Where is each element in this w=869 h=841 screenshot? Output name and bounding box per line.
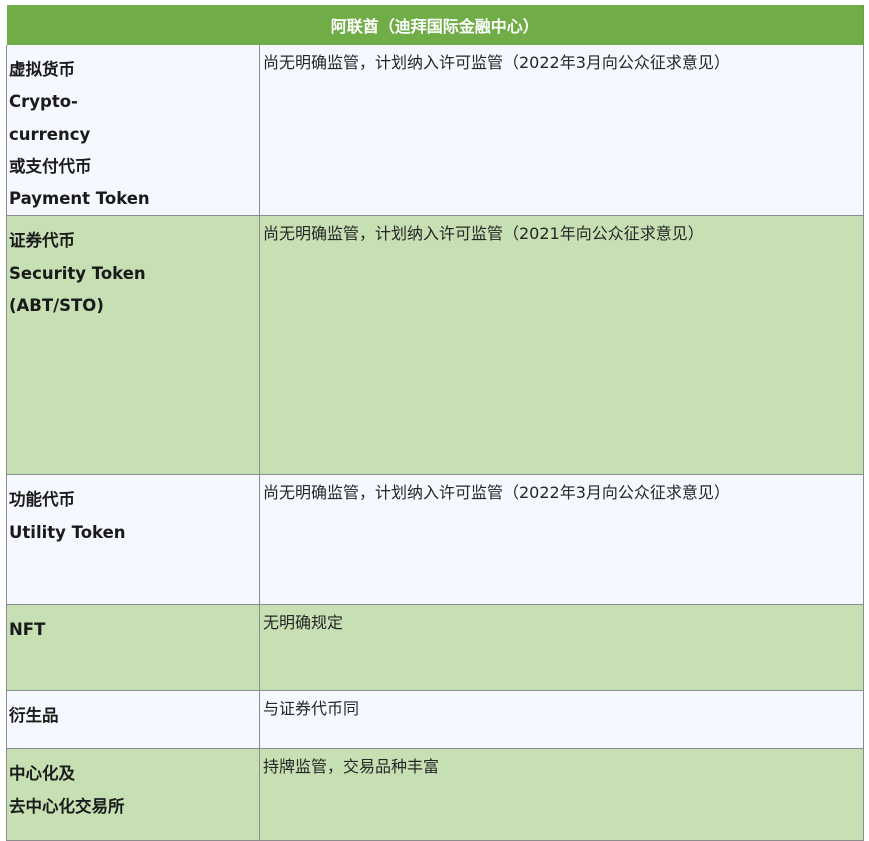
regulation-cell: 无明确规定	[259, 604, 865, 692]
category-label: 衍生品	[9, 706, 59, 726]
category-label: Crypto-	[9, 92, 78, 112]
category-cell: 功能代币 Utility Token	[6, 474, 260, 606]
category-label: Security Token	[9, 263, 146, 283]
table-row: 衍生品 与证券代币同	[6, 690, 865, 750]
category-label: 去中心化交易所	[9, 796, 125, 816]
category-cell: 中心化及 去中心化交易所	[6, 748, 260, 841]
table-row: 证券代币 Security Token (ABT/STO) 尚无明确监管，计划纳…	[6, 215, 865, 476]
category-label: 证券代币	[9, 231, 75, 251]
category-label: Payment Token	[9, 189, 150, 209]
regulation-cell: 尚无明确监管，计划纳入许可监管（2021年向公众征求意见）	[259, 215, 865, 476]
category-label: Utility Token	[9, 522, 126, 542]
regulation-cell: 持牌监管，交易品种丰富	[259, 748, 865, 841]
category-label: 中心化及	[9, 764, 75, 784]
table-row: 虚拟货币 Crypto- currency 或支付代币 Payment Toke…	[6, 45, 865, 217]
category-label: 虚拟货币	[9, 60, 75, 79]
category-label: currency	[9, 124, 91, 144]
table-row: NFT 无明确规定	[6, 604, 865, 692]
category-label: 或支付代币	[9, 156, 92, 176]
table-row: 功能代币 Utility Token 尚无明确监管，计划纳入许可监管（2022年…	[6, 474, 865, 606]
table-title: 阿联酋（迪拜国际金融中心）	[6, 5, 865, 45]
table-header-row: 阿联酋（迪拜国际金融中心）	[6, 5, 865, 45]
regulation-cell: 尚无明确监管，计划纳入许可监管（2022年3月向公众征求意见）	[259, 474, 865, 606]
category-label: 功能代币	[9, 490, 75, 510]
regulation-cell: 尚无明确监管，计划纳入许可监管（2022年3月向公众征求意见）	[259, 45, 865, 217]
category-cell: NFT	[6, 604, 260, 692]
regulation-table: 阿联酋（迪拜国际金融中心） 虚拟货币 Crypto- currency 或支付代…	[6, 5, 865, 841]
category-label: (ABT/STO)	[9, 296, 104, 316]
category-cell: 衍生品	[6, 690, 260, 750]
table-row: 中心化及 去中心化交易所 持牌监管，交易品种丰富	[6, 748, 865, 841]
regulation-cell: 与证券代币同	[259, 690, 865, 750]
category-cell: 证券代币 Security Token (ABT/STO)	[6, 215, 260, 476]
category-label: NFT	[9, 620, 46, 640]
category-cell: 虚拟货币 Crypto- currency 或支付代币 Payment Toke…	[6, 45, 260, 217]
